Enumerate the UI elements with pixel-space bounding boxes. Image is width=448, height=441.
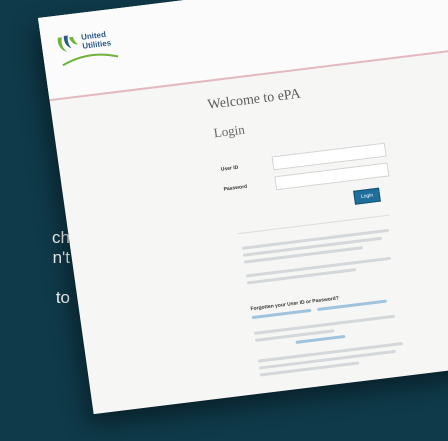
login-heading: Login [212, 121, 246, 141]
welcome-heading: Welcome to ePA [206, 86, 302, 113]
logo-mark-icon [57, 35, 79, 52]
login-button[interactable]: Login [353, 187, 381, 205]
caption-line-1: l [0, 208, 70, 228]
user-id-label: User ID [220, 164, 239, 173]
caption-line-3: n't [52, 248, 70, 267]
caption-line-4 [0, 268, 70, 288]
caption-text: l ch n't to [0, 208, 70, 308]
logo-text: United Utilities [80, 29, 112, 51]
login-page-screenshot: United Utilities Welcome to ePA Login Us… [38, 0, 448, 415]
password-label: Password [223, 183, 248, 193]
contact-link[interactable] [295, 334, 346, 344]
caption-line-5: to [55, 288, 70, 307]
caption-line-2: ch [52, 228, 70, 247]
